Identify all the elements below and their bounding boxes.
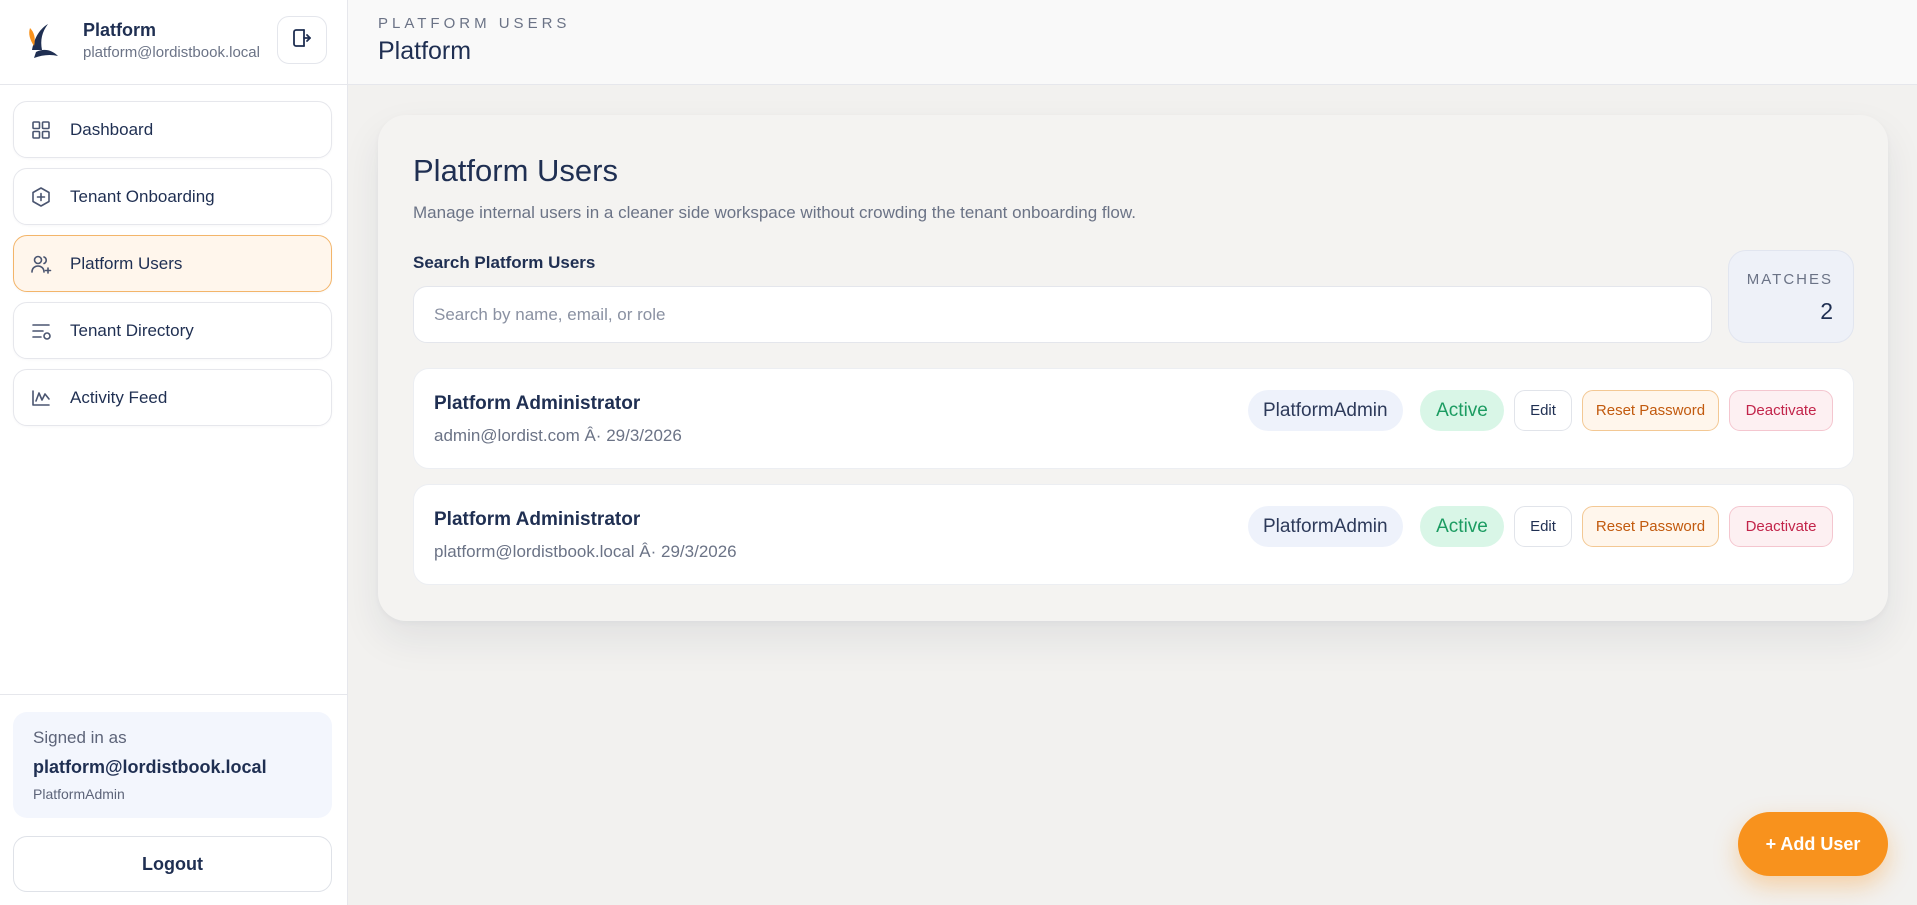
panel-title: Platform Users (413, 153, 618, 188)
sidebar-item-platform-users[interactable]: Platform Users (13, 235, 332, 292)
role-badge: PlatformAdmin (1248, 390, 1403, 431)
page-header: PLATFORM USERS Platform (348, 0, 1917, 85)
platform-users-panel: Platform Users Manage internal users in … (378, 115, 1888, 621)
matches-label: MATCHES (1746, 271, 1833, 288)
user-row: Platform Administrator admin@lordist.com… (413, 368, 1854, 469)
reset-password-button[interactable]: Reset Password (1582, 506, 1719, 547)
user-meta: platform@lordistbook.local Â· 29/3/2026 (434, 542, 737, 561)
users-plus-icon (30, 253, 52, 275)
collapse-sidebar-button[interactable] (277, 16, 327, 64)
reset-password-button[interactable]: Reset Password (1582, 390, 1719, 431)
add-user-button[interactable]: + Add User (1738, 812, 1888, 876)
sidebar-item-label: Activity Feed (70, 387, 168, 407)
grid-icon (30, 119, 52, 141)
page-title: Platform (378, 37, 472, 65)
matches-count: 2 (1820, 298, 1833, 324)
sidebar-item-tenant-onboarding[interactable]: Tenant Onboarding (13, 168, 332, 225)
user-row: Platform Administrator platform@lordistb… (413, 484, 1854, 585)
brand-title: Platform (83, 20, 157, 40)
sidebar-item-label: Tenant Directory (70, 320, 194, 340)
sidebar-item-label: Tenant Onboarding (70, 186, 215, 206)
list-filter-icon (30, 320, 52, 342)
sidebar: Platform platform@lordistbook.local Dash… (0, 0, 348, 905)
edit-user-button[interactable]: Edit (1514, 506, 1572, 547)
brand-header: Platform platform@lordistbook.local (0, 0, 348, 85)
sidebar-item-label: Platform Users (70, 253, 183, 273)
deactivate-user-button[interactable]: Deactivate (1729, 506, 1833, 547)
sidebar-item-label: Dashboard (70, 119, 154, 139)
search-input[interactable] (413, 286, 1712, 343)
exit-panel-icon (291, 27, 313, 54)
signed-in-email: platform@lordistbook.local (33, 757, 267, 777)
breadcrumb: PLATFORM USERS (378, 15, 571, 32)
status-badge: Active (1420, 506, 1504, 547)
signed-in-role: PlatformAdmin (33, 786, 125, 802)
sidebar-item-dashboard[interactable]: Dashboard (13, 101, 332, 158)
edit-user-button[interactable]: Edit (1514, 390, 1572, 431)
brand-logo-icon (24, 20, 60, 60)
user-name: Platform Administrator (434, 393, 641, 414)
signed-in-label: Signed in as (33, 728, 127, 747)
signed-in-card: Signed in as platform@lordistbook.local … (13, 712, 332, 818)
activity-wave-icon (30, 387, 52, 409)
role-badge: PlatformAdmin (1248, 506, 1403, 547)
brand-subtitle: platform@lordistbook.local (83, 44, 260, 61)
sidebar-nav: Dashboard Tenant Onboarding Platform Use… (13, 101, 332, 436)
status-badge: Active (1420, 390, 1504, 431)
user-name: Platform Administrator (434, 509, 641, 530)
sidebar-item-activity-feed[interactable]: Activity Feed (13, 369, 332, 426)
sidebar-item-tenant-directory[interactable]: Tenant Directory (13, 302, 332, 359)
panel-description: Manage internal users in a cleaner side … (413, 203, 1136, 222)
user-meta: admin@lordist.com Â· 29/3/2026 (434, 426, 682, 445)
logout-button[interactable]: Logout (13, 836, 332, 892)
hexagon-plus-icon (30, 186, 52, 208)
matches-counter: MATCHES 2 (1728, 250, 1854, 343)
deactivate-user-button[interactable]: Deactivate (1729, 390, 1833, 431)
search-label: Search Platform Users (413, 253, 596, 272)
sidebar-divider (0, 694, 348, 695)
